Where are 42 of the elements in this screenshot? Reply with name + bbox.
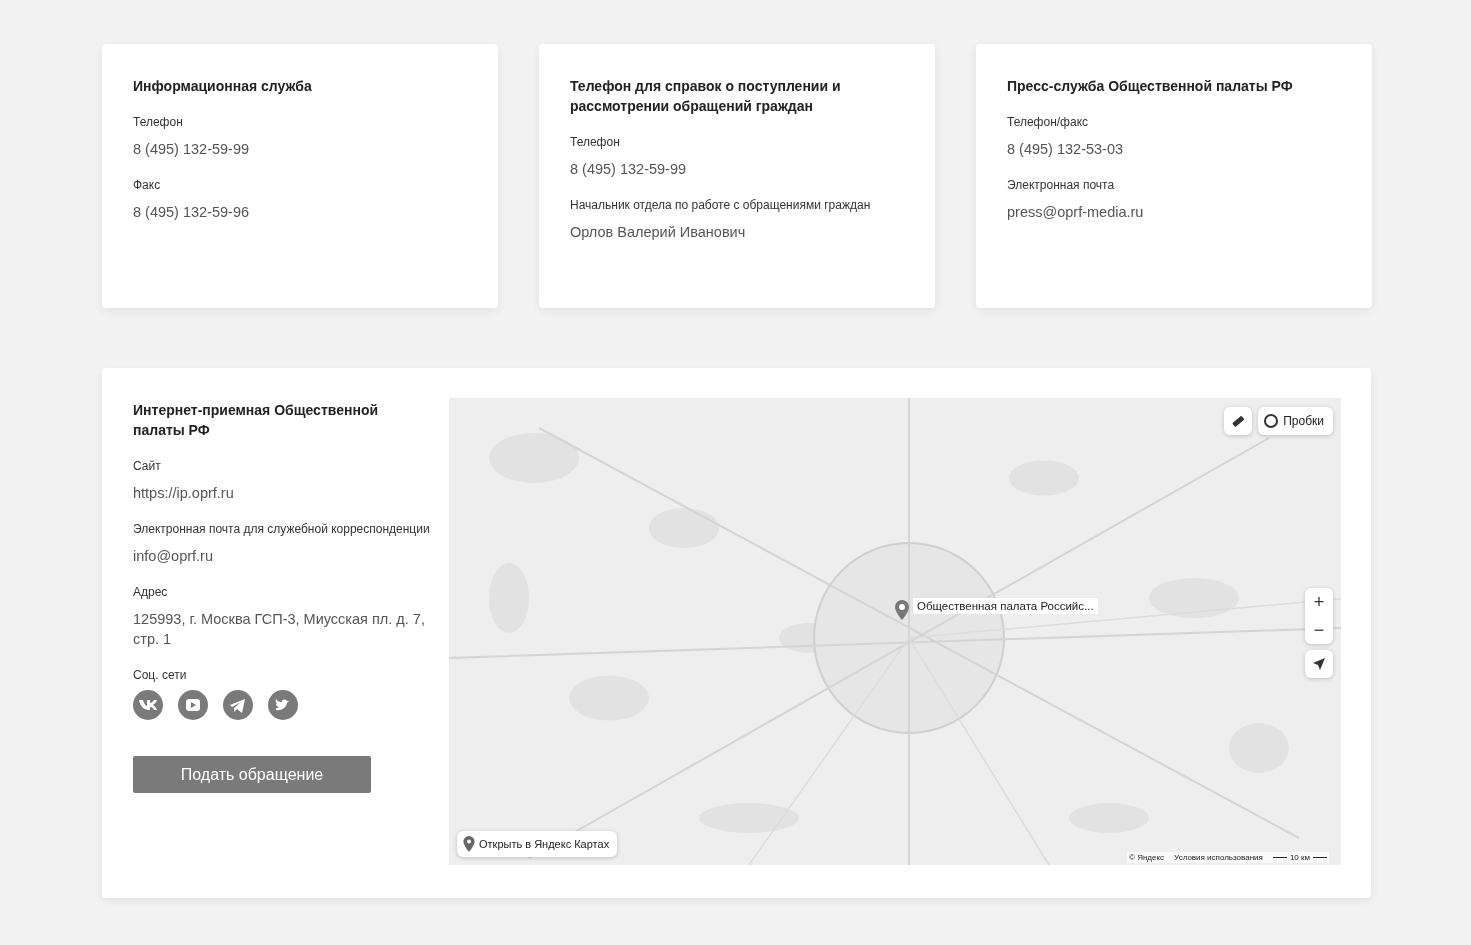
field-value: https://ip.oprf.ru <box>133 484 235 503</box>
field-value: info@oprf.ru <box>133 547 214 566</box>
location-button[interactable] <box>1305 650 1333 678</box>
field-label: Соц. сети <box>133 667 188 684</box>
field-value: press@oprf-media.ru <box>1007 203 1145 222</box>
vk-icon[interactable] <box>133 690 163 720</box>
card-title: Пресс-служба Общественной палаты РФ <box>1007 77 1294 96</box>
field-label: Телефон/факс <box>1007 114 1090 131</box>
card-title: Телефон для справок о поступлении и рассмотрении обращений граждан <box>570 77 842 116</box>
scale-label: 10 км <box>1289 853 1310 862</box>
field-label: Начальник отдела по работе с обращениями граждан <box>570 197 872 214</box>
open-in-maps-button[interactable]: Открыть в Яндекс Картах <box>457 831 618 857</box>
map-pin-icon <box>895 598 909 622</box>
field-label: Сайт <box>133 458 162 475</box>
ring-icon <box>1263 413 1280 429</box>
arrow-icon <box>1311 656 1327 672</box>
card-title: Информационная служба <box>133 77 313 96</box>
map-pin-icon <box>463 836 475 852</box>
field-value: 8 (495) 132-59-99 <box>570 160 688 179</box>
field-label: Факс <box>133 177 162 194</box>
terms-link[interactable]: Условия использования <box>1174 853 1263 862</box>
field-label: Телефон <box>570 134 621 151</box>
marker-label: Общественная палата Российс... <box>913 598 1098 614</box>
zoom-out-button[interactable]: − <box>1305 616 1333 644</box>
card-title: Интернет-приемная Общественной палаты РФ <box>133 401 380 440</box>
field-label: Телефон <box>133 114 184 131</box>
field-label: Адрес <box>133 584 169 601</box>
field-value: Орлов Валерий Иванович <box>570 223 747 242</box>
submit-button[interactable]: Подать обращение <box>133 756 371 793</box>
paper-plane-icon[interactable] <box>223 690 253 720</box>
bird-icon[interactable] <box>268 690 298 720</box>
field-value: 8 (495) 132-53-03 <box>1007 140 1125 159</box>
field-value: 8 (495) 132-59-99 <box>133 140 251 159</box>
field-label: Электронная почта <box>1007 177 1116 194</box>
play-icon[interactable] <box>178 690 208 720</box>
ruler-button[interactable] <box>1224 407 1253 435</box>
zoom-in-button[interactable]: + <box>1305 588 1333 616</box>
copyright-text: © Яндекс <box>1129 853 1165 862</box>
field-label: Электронная почта для служебной корреспонденции <box>133 521 431 538</box>
traffic-button[interactable]: Пробки <box>1258 407 1333 435</box>
field-value: 8 (495) 132-59-96 <box>133 203 251 222</box>
field-value: 125993, г. Москва ГСП-3, Миусская пл. д. 7, стр. 1 <box>133 610 426 649</box>
